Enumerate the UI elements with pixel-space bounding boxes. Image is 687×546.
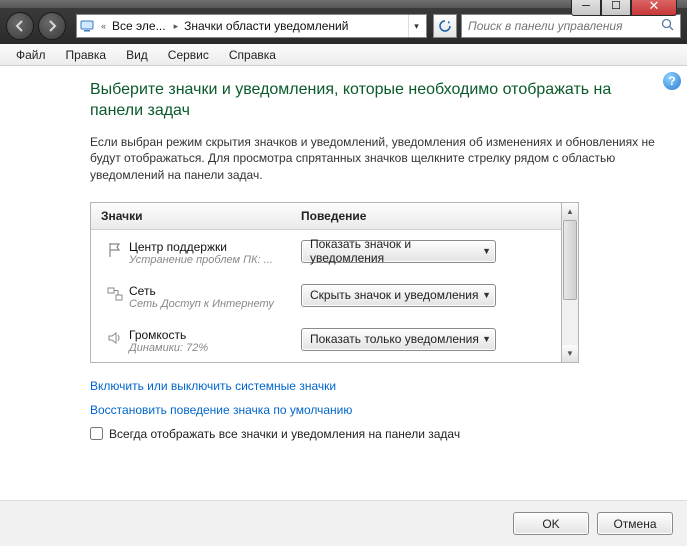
search-box[interactable] (461, 14, 681, 38)
chevron-right-icon: ▸ (172, 21, 181, 32)
flag-icon (101, 240, 129, 258)
menu-service[interactable]: Сервис (160, 46, 217, 64)
item-title: Центр поддержки (129, 240, 301, 254)
item-title: Сеть (129, 284, 301, 298)
menu-bar: Файл Правка Вид Сервис Справка (0, 44, 687, 66)
ok-button[interactable]: OK (513, 512, 589, 535)
scroll-up-button[interactable]: ▲ (562, 203, 578, 220)
chevron-left-icon: « (99, 21, 108, 31)
behavior-select[interactable]: Показать только уведомления ▼ (301, 328, 496, 351)
item-subtitle: Динамики: 72% (129, 342, 301, 354)
back-button[interactable] (6, 12, 34, 40)
refresh-icon (438, 19, 452, 33)
item-title: Громкость (129, 328, 301, 342)
scroll-down-button[interactable]: ▼ (562, 345, 578, 362)
footer: OK Отмена (0, 500, 687, 546)
arrow-left-icon (14, 20, 26, 32)
close-button[interactable]: ✕ (631, 0, 677, 16)
minimize-button[interactable]: ─ (571, 0, 601, 16)
chevron-down-icon: ▼ (482, 334, 491, 344)
always-show-row[interactable]: Всегда отображать все значки и уведомлен… (90, 427, 665, 441)
content-area: ? Выберите значки и уведомления, которые… (0, 66, 687, 500)
page-description: Если выбран режим скрытия значков и увед… (90, 134, 665, 184)
list-item: Громкость Динамики: 72% Показать только … (91, 318, 561, 362)
page-title: Выберите значки и уведомления, которые н… (90, 80, 665, 122)
scroll-track[interactable] (562, 220, 578, 345)
link-restore-default[interactable]: Восстановить поведение значка по умолчан… (90, 403, 665, 417)
menu-edit[interactable]: Правка (58, 46, 115, 64)
control-panel-icon (79, 18, 95, 34)
select-value: Показать только уведомления (310, 332, 479, 346)
address-dropdown[interactable]: ▾ (408, 15, 424, 37)
menu-view[interactable]: Вид (118, 46, 156, 64)
network-icon (101, 284, 129, 302)
behavior-select[interactable]: Показать значок и уведомления ▼ (301, 240, 496, 263)
breadcrumb-seg-2[interactable]: Значки области уведомлений (180, 16, 354, 36)
icons-panel: Значки Поведение Центр поддержки Устране… (90, 202, 562, 363)
always-show-label: Всегда отображать все значки и уведомлен… (109, 427, 460, 441)
breadcrumb-seg-1[interactable]: Все эле... (108, 16, 172, 36)
maximize-button[interactable]: ☐ (601, 0, 631, 16)
scroll-thumb[interactable] (563, 220, 577, 300)
address-bar[interactable]: « Все эле... ▸ Значки области уведомлени… (76, 14, 427, 38)
column-behavior: Поведение (301, 209, 366, 223)
item-subtitle: Устранение проблем ПК: ... (129, 254, 301, 266)
select-value: Показать значок и уведомления (310, 237, 482, 265)
item-subtitle: Сеть Доступ к Интернету (129, 298, 301, 310)
arrow-right-icon (46, 20, 58, 32)
volume-icon (101, 328, 129, 346)
menu-file[interactable]: Файл (8, 46, 54, 64)
scrollbar[interactable]: ▲ ▼ (562, 202, 579, 363)
cancel-button[interactable]: Отмена (597, 512, 673, 535)
link-system-icons[interactable]: Включить или выключить системные значки (90, 379, 665, 393)
chevron-down-icon: ▼ (482, 290, 491, 300)
behavior-select[interactable]: Скрыть значок и уведомления ▼ (301, 284, 496, 307)
column-icons: Значки (101, 209, 301, 223)
search-icon (659, 18, 676, 34)
list-item: Центр поддержки Устранение проблем ПК: .… (91, 230, 561, 274)
select-value: Скрыть значок и уведомления (310, 288, 478, 302)
help-icon[interactable]: ? (663, 72, 681, 90)
always-show-checkbox[interactable] (90, 427, 103, 440)
menu-help[interactable]: Справка (221, 46, 284, 64)
forward-button[interactable] (38, 12, 66, 40)
search-input[interactable] (466, 18, 659, 34)
list-item: Сеть Сеть Доступ к Интернету Скрыть знач… (91, 274, 561, 318)
refresh-button[interactable] (433, 14, 457, 38)
chevron-down-icon: ▼ (482, 246, 491, 256)
